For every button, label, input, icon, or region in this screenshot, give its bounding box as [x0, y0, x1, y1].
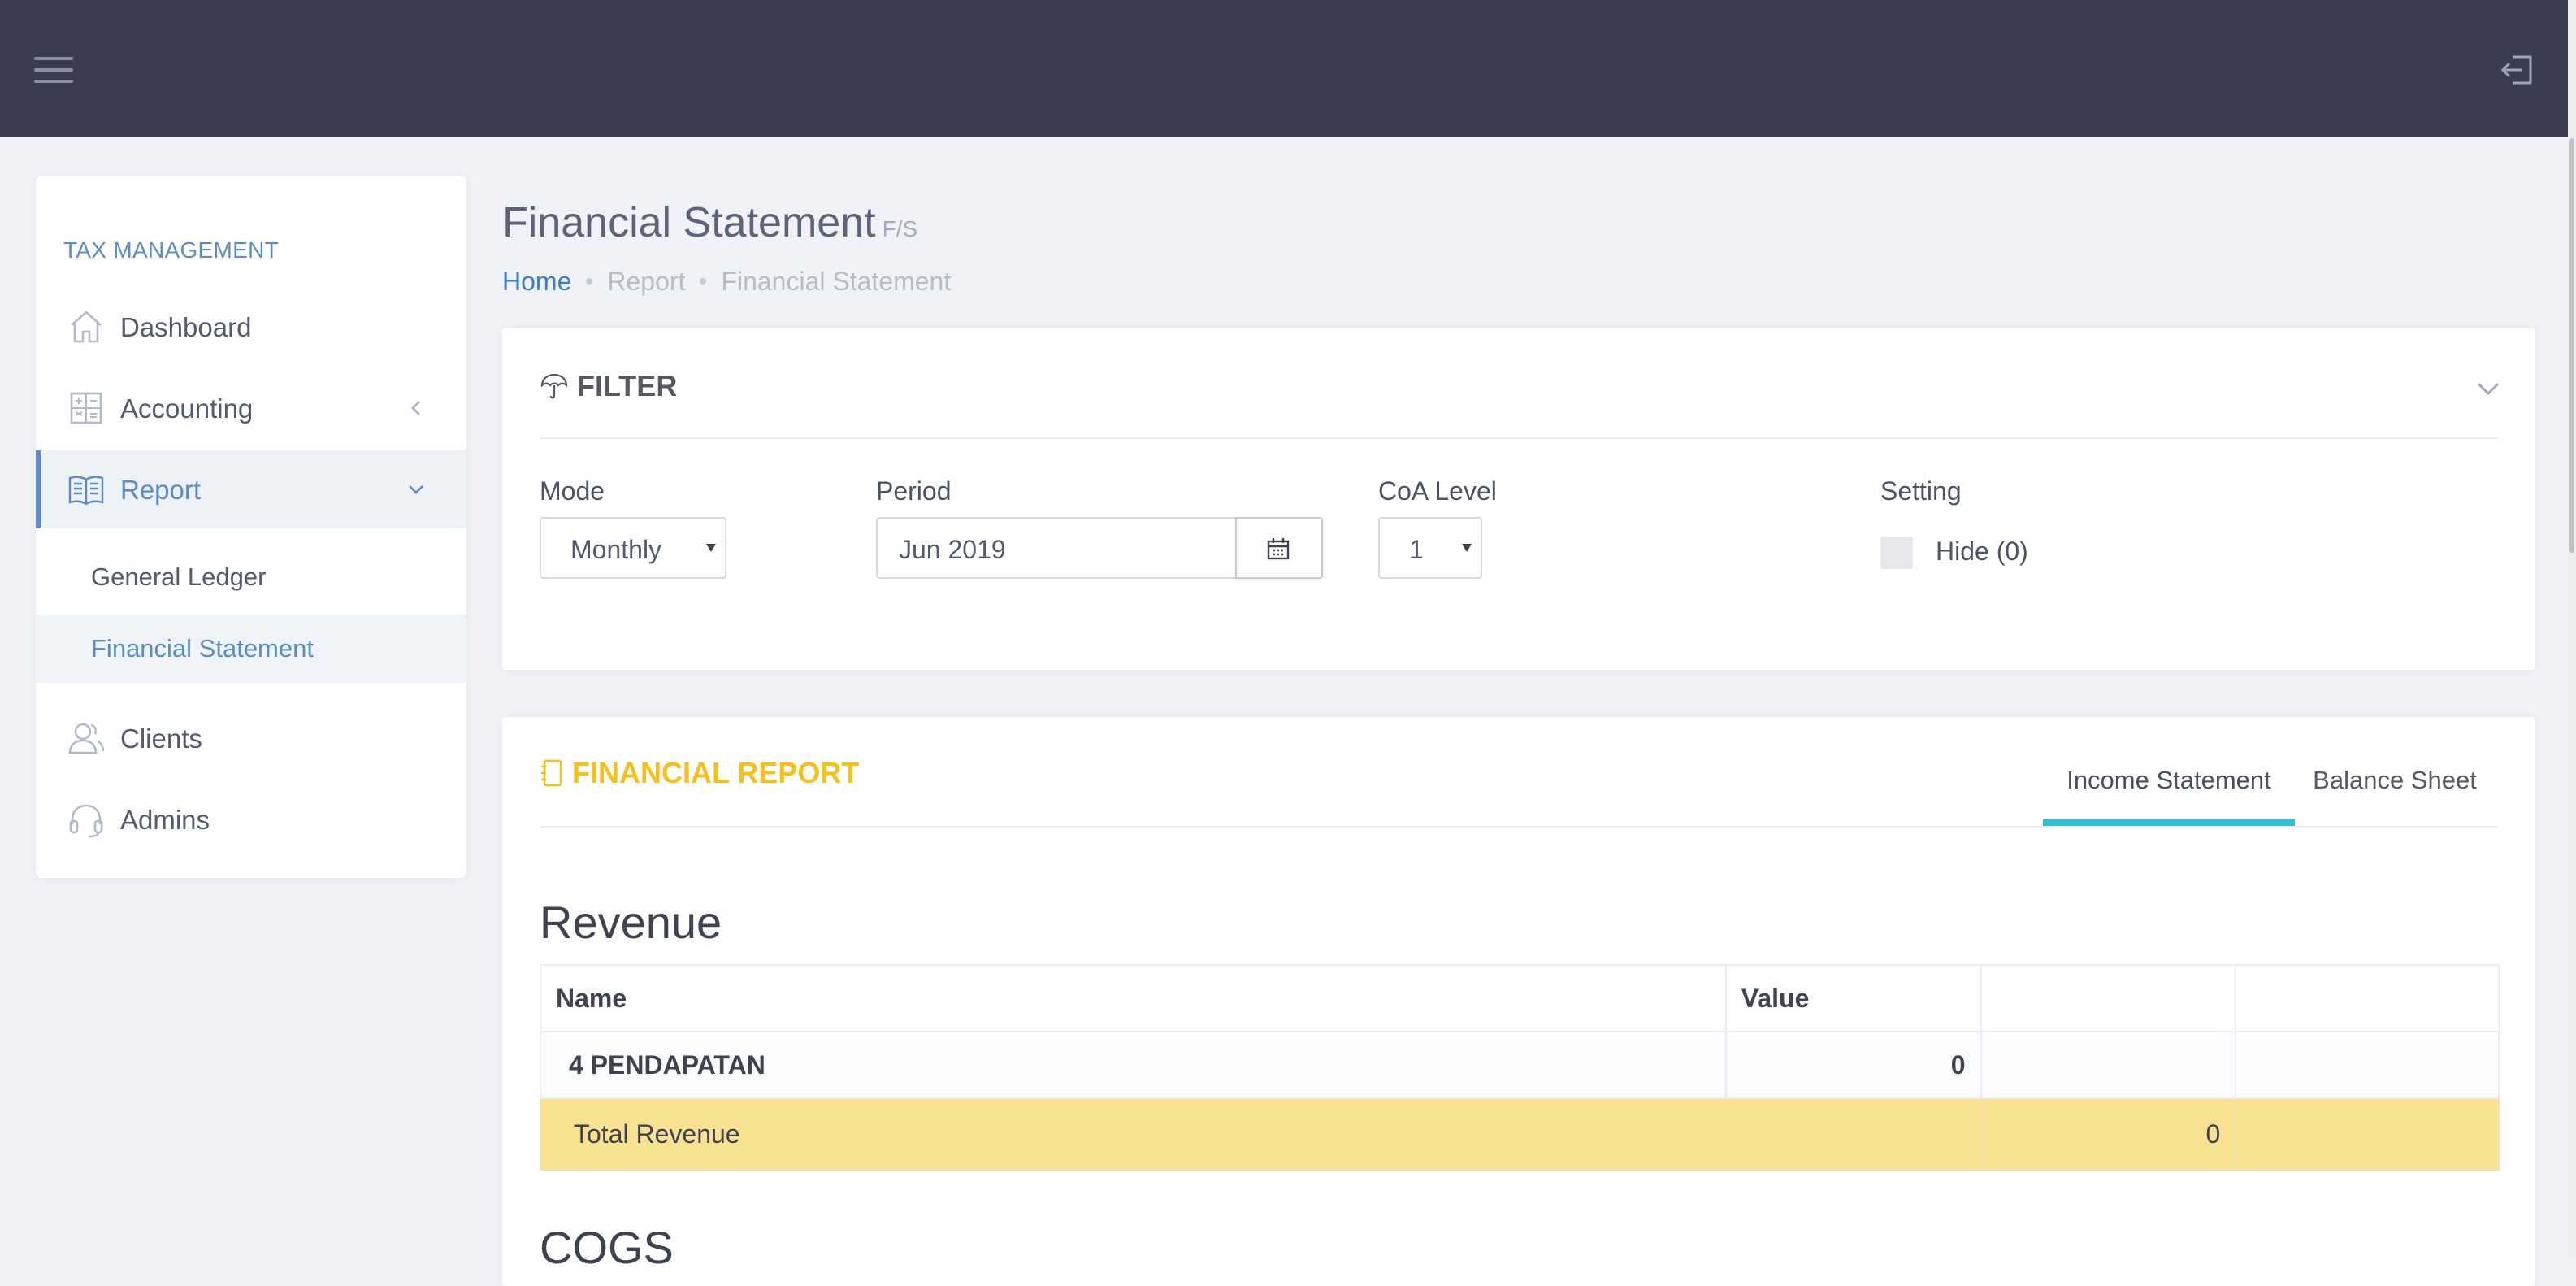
page-title: Financial Statement F/S — [502, 198, 917, 247]
coa-level-select-value: 1 — [1409, 535, 1424, 564]
sidebar-item-accounting[interactable]: Accounting — [36, 369, 466, 447]
sidebar-section-title: TAX MANAGEMENT — [63, 237, 280, 263]
breadcrumb: Home Report Financial Statement — [502, 267, 951, 297]
filter-collapse-button[interactable] — [2472, 372, 2504, 405]
row-value: 0 — [1724, 1031, 1982, 1099]
financial-report-panel: FINANCIAL REPORT Income Statement Balanc… — [502, 717, 2535, 1286]
hide-checkbox[interactable] — [1880, 537, 1913, 569]
revenue-heading: Revenue — [540, 897, 722, 948]
sidebar-item-clients[interactable]: Clients — [36, 699, 466, 777]
sidebar-item-label: Dashboard — [120, 312, 252, 342]
row-empty-cell — [2235, 1097, 2500, 1171]
chevron-down-icon — [405, 478, 427, 501]
column-header-empty — [1980, 964, 2237, 1032]
period-input-value: Jun 2019 — [899, 535, 1006, 564]
logout-button[interactable] — [2500, 52, 2535, 88]
page-subtitle: F/S — [882, 216, 918, 241]
hamburger-menu-button[interactable] — [33, 54, 76, 86]
caret-down-icon — [1462, 544, 1472, 552]
table-header-row: Name Value — [540, 964, 2500, 1032]
caret-down-icon — [706, 544, 716, 552]
tab-balance-sheet[interactable]: Balance Sheet — [2308, 759, 2482, 826]
calendar-icon — [1267, 538, 1290, 560]
sidebar: TAX MANAGEMENT Dashboard Accounting Repo… — [36, 176, 466, 878]
row-empty-cell — [2235, 1031, 2500, 1099]
period-label: Period — [876, 476, 952, 506]
total-revenue-value: 0 — [1980, 1097, 2237, 1171]
column-header-value: Value — [1724, 964, 1982, 1032]
revenue-table: Name Value 4 PENDAPATAN 0 Total Revenue … — [540, 964, 2500, 1171]
filter-panel: FILTER Mode Monthly Period Jun 2019 CoA … — [502, 328, 2535, 670]
row-empty-cell — [1980, 1031, 2237, 1099]
report-divider — [540, 826, 2498, 828]
sidebar-item-label: Accounting — [120, 393, 254, 424]
notebook-icon — [540, 758, 564, 788]
home-icon — [67, 307, 106, 346]
mode-label: Mode — [540, 476, 605, 506]
setting-label: Setting — [1880, 476, 1962, 506]
column-header-empty — [2235, 964, 2500, 1032]
filter-title-text: FILTER — [577, 369, 678, 402]
sidebar-item-admins[interactable]: Admins — [36, 780, 466, 858]
total-revenue-row: Total Revenue 0 — [540, 1097, 2500, 1171]
sidebar-subitem-financial-statement[interactable]: Financial Statement — [36, 615, 466, 683]
sidebar-item-label: Report — [120, 475, 202, 505]
financial-report-title-text: FINANCIAL REPORT — [572, 756, 860, 789]
sidebar-subitem-label: General Ledger — [91, 563, 267, 591]
sidebar-subitem-general-ledger[interactable]: General Ledger — [36, 543, 466, 611]
sidebar-item-report[interactable]: Report — [36, 450, 466, 528]
sidebar-item-label: Clients — [120, 723, 202, 754]
period-calendar-button[interactable] — [1235, 517, 1323, 579]
calculator-icon — [67, 389, 106, 428]
sidebar-item-label: Admins — [120, 805, 210, 835]
chevron-left-icon — [405, 397, 427, 419]
sidebar-subitem-label: Financial Statement — [91, 634, 314, 663]
breadcrumb-home-link[interactable]: Home — [502, 267, 571, 296]
tab-income-statement[interactable]: Income Statement — [2043, 759, 2295, 826]
period-input[interactable]: Jun 2019 — [876, 517, 1237, 579]
breadcrumb-report-link[interactable]: Report — [607, 267, 685, 296]
chevron-down-icon — [2477, 382, 2500, 396]
mode-select[interactable]: Monthly — [540, 517, 726, 579]
scrollbar-thumb[interactable] — [2569, 138, 2574, 553]
book-icon — [67, 470, 106, 509]
breadcrumb-current: Financial Statement — [721, 267, 952, 296]
coa-level-label: CoA Level — [1378, 476, 1497, 506]
financial-report-title: FINANCIAL REPORT — [540, 756, 859, 790]
hamburger-icon — [34, 57, 73, 83]
breadcrumb-separator — [586, 277, 593, 285]
users-icon — [67, 719, 106, 758]
page-title-text: Financial Statement — [502, 199, 876, 246]
coa-level-select[interactable]: 1 — [1378, 517, 1482, 579]
filter-title: FILTER — [540, 369, 677, 403]
row-name: 4 PENDAPATAN — [540, 1031, 1727, 1099]
headset-icon — [67, 800, 106, 839]
table-row: 4 PENDAPATAN 0 — [540, 1031, 2500, 1099]
top-header — [0, 0, 2576, 137]
cogs-heading: COGS — [540, 1222, 674, 1273]
filter-divider — [540, 437, 2498, 439]
hide-checkbox-label[interactable]: Hide (0) — [1936, 537, 2028, 567]
column-header-name: Name — [540, 964, 1727, 1032]
logout-icon — [2500, 55, 2532, 85]
sidebar-item-dashboard[interactable]: Dashboard — [36, 288, 466, 366]
total-revenue-label: Total Revenue — [540, 1097, 1982, 1171]
mode-select-value: Monthly — [570, 535, 662, 564]
breadcrumb-separator — [700, 277, 707, 285]
umbrella-icon — [540, 371, 569, 401]
